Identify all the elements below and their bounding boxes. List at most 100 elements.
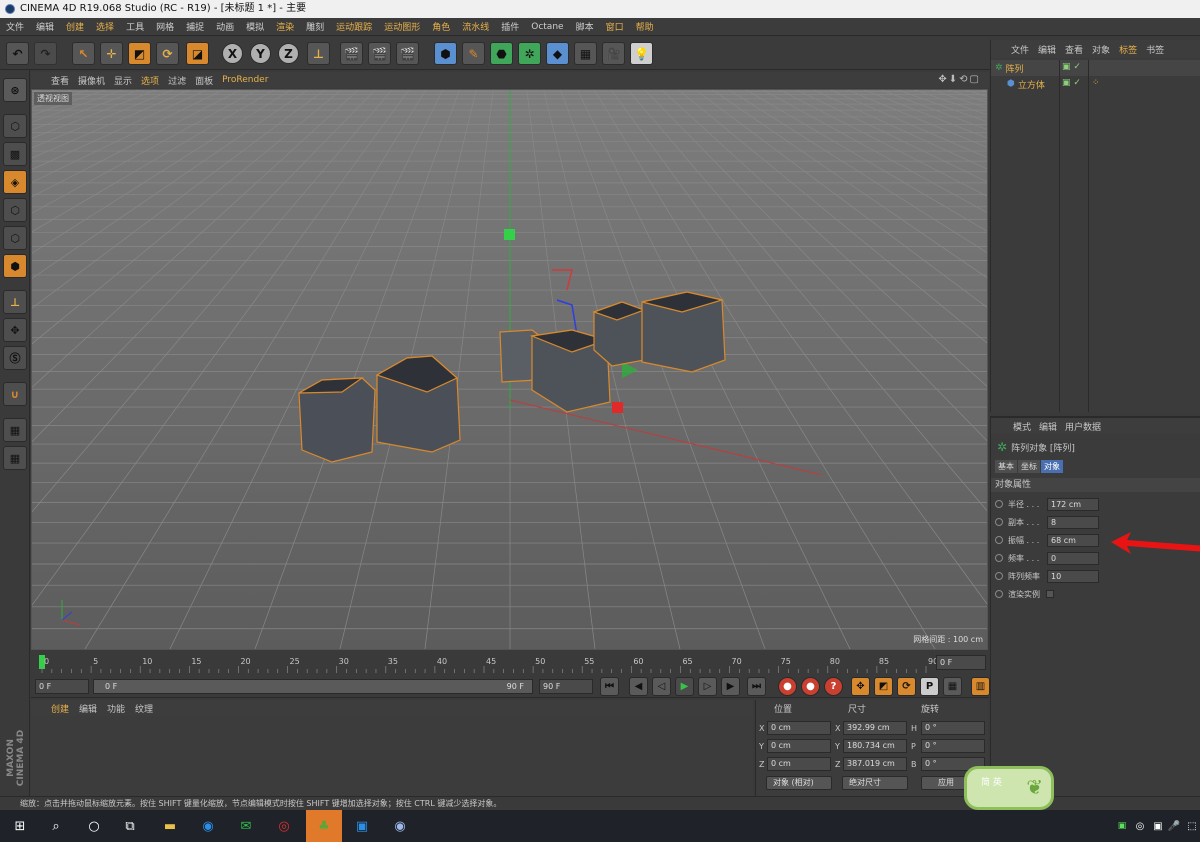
radius-field[interactable]: 172 cm <box>1047 497 1099 511</box>
tab-coordinates[interactable]: 坐标 <box>1018 460 1040 473</box>
menu-item-9[interactable]: 渲染 <box>270 20 300 33</box>
ime-badge[interactable]: 简 英 ❦ <box>964 766 1054 810</box>
frame-range-slider[interactable]: 0 F 90 F <box>93 679 533 694</box>
axis-mode-button[interactable]: ⊥ <box>3 290 27 314</box>
app-blue-icon[interactable]: ▣ <box>350 814 374 838</box>
menu-item-15[interactable]: 插件 <box>495 20 525 33</box>
netease-music-icon[interactable]: ◎ <box>272 814 296 838</box>
menu-item-16[interactable]: Octane <box>525 22 569 32</box>
menu-item-12[interactable]: 运动图形 <box>378 20 426 33</box>
live-selection-button[interactable]: ↖ <box>72 42 95 65</box>
frequency-field[interactable]: 0 <box>1047 551 1099 565</box>
tray-icon-5[interactable]: ⬚ <box>1180 814 1200 838</box>
cube-visibility-toggle[interactable]: ▣ ✓ <box>1062 78 1081 88</box>
render-picture-viewer-button[interactable]: 🎬 <box>368 42 391 65</box>
recent-tool-button[interactable]: ◪ <box>186 42 209 65</box>
viewport-nav-icons[interactable]: ✥⬇⟲▢ <box>938 74 981 85</box>
position-y-field[interactable]: 0 cm <box>767 739 831 753</box>
key-position-button[interactable]: ✥ <box>851 677 870 696</box>
material-menu-texture[interactable]: 纹理 <box>135 702 153 715</box>
om-menu-file[interactable]: 文件 <box>1011 43 1029 56</box>
am-menu-userdata[interactable]: 用户数据 <box>1065 420 1101 433</box>
viewport-menu-panel[interactable]: 面板 <box>195 74 213 87</box>
viewport-menu-display[interactable]: 显示 <box>114 74 132 87</box>
current-frame-field[interactable]: 0 F <box>35 679 89 694</box>
array-generator-button[interactable]: ✲ <box>518 42 541 65</box>
menu-item-1[interactable]: 编辑 <box>30 20 60 33</box>
magnet-tool-button[interactable]: ∪ <box>3 382 27 406</box>
workplane-mode-button[interactable]: ◈ <box>3 170 27 194</box>
x-axis-lock-button[interactable]: X <box>222 43 243 64</box>
copies-field[interactable]: 8 <box>1047 515 1099 529</box>
z-axis-lock-button[interactable]: Z <box>278 43 299 64</box>
step-forward-button[interactable]: ▷ <box>698 677 717 696</box>
points-mode-button[interactable]: ⬡ <box>3 198 27 222</box>
render-instances-anim-dot[interactable] <box>995 590 1003 598</box>
menu-item-13[interactable]: 角色 <box>426 20 456 33</box>
key-rotation-button[interactable]: ⟳ <box>897 677 916 696</box>
menu-item-8[interactable]: 模拟 <box>240 20 270 33</box>
om-menu-view[interactable]: 查看 <box>1065 43 1083 56</box>
rotation-p-field[interactable]: 0 ° <box>921 739 985 753</box>
key-scale-button[interactable]: ◩ <box>874 677 893 696</box>
windows-start-icon[interactable]: ⊞ <box>8 814 32 838</box>
edges-mode-button[interactable]: ⬡ <box>3 226 27 250</box>
object-row-array[interactable]: ✲ 阵列 <box>995 61 1024 75</box>
array-visibility-toggle[interactable]: ▣ ✓ <box>1062 62 1081 72</box>
deformer-button[interactable]: ◆ <box>546 42 569 65</box>
coordinate-mode-dropdown[interactable]: 对象 (相对) <box>766 776 832 790</box>
cortana-icon[interactable]: ○ <box>82 814 106 838</box>
lock-workplane-button[interactable]: ▦ <box>3 418 27 442</box>
menu-item-6[interactable]: 捕捉 <box>180 20 210 33</box>
viewport-menu-filter[interactable]: 过滤 <box>168 74 186 87</box>
position-x-field[interactable]: 0 cm <box>767 721 831 735</box>
frequency-anim-dot[interactable] <box>995 554 1003 562</box>
am-menu-mode[interactable]: 模式 <box>1013 420 1031 433</box>
object-row-cube[interactable]: ⬢ 立方体 <box>1007 77 1045 91</box>
array-frequency-anim-dot[interactable] <box>995 572 1003 580</box>
viewport-menu-prorender[interactable]: ProRender <box>222 75 268 85</box>
array-frequency-field[interactable]: 10 <box>1047 569 1099 583</box>
cube-object-button[interactable]: ⬢ <box>434 42 457 65</box>
rotation-h-field[interactable]: 0 ° <box>921 721 985 735</box>
om-menu-objects[interactable]: 对象 <box>1092 43 1110 56</box>
snap-button[interactable]: Ⓢ <box>3 346 27 370</box>
tab-basic[interactable]: 基本 <box>995 460 1017 473</box>
record-active-button[interactable]: ● <box>778 677 797 696</box>
am-menu-edit[interactable]: 编辑 <box>1039 420 1057 433</box>
position-z-field[interactable]: 0 cm <box>767 757 831 771</box>
menu-item-4[interactable]: 工具 <box>120 20 150 33</box>
om-menu-edit[interactable]: 编辑 <box>1038 43 1056 56</box>
render-instances-checkbox[interactable] <box>1046 590 1054 598</box>
subdivision-surface-button[interactable]: ⬣ <box>490 42 513 65</box>
move-tool-button[interactable]: ✛ <box>100 42 123 65</box>
size-z-field[interactable]: 387.019 cm <box>843 757 907 771</box>
autokey-button[interactable]: ● <box>801 677 820 696</box>
y-axis-lock-button[interactable]: Y <box>250 43 271 64</box>
tab-object[interactable]: 对象 <box>1041 460 1063 473</box>
cube-tag-icon[interactable]: ⁘ <box>1092 78 1100 88</box>
make-editable-button[interactable]: ⊛ <box>3 78 27 102</box>
redo-button[interactable]: ↷ <box>34 42 57 65</box>
menu-item-14[interactable]: 流水线 <box>456 20 495 33</box>
step-back-button[interactable]: ◁ <box>652 677 671 696</box>
menu-item-0[interactable]: 文件 <box>0 20 30 33</box>
app-tree-icon[interactable]: ♣ <box>306 810 342 842</box>
wechat-icon[interactable]: ✉ <box>234 814 258 838</box>
task-view-icon[interactable]: ⧉ <box>118 814 142 838</box>
polygons-mode-button[interactable]: ⬢ <box>3 254 27 278</box>
size-x-field[interactable]: 392.99 cm <box>843 721 907 735</box>
search-icon[interactable]: ⌕ <box>44 814 68 838</box>
material-menu-function[interactable]: 功能 <box>107 702 125 715</box>
planar-workplane-button[interactable]: ▦ <box>3 446 27 470</box>
floor-object-button[interactable]: ▦ <box>574 42 597 65</box>
viewport-menu-view[interactable]: 查看 <box>51 74 69 87</box>
menu-item-5[interactable]: 网格 <box>150 20 180 33</box>
texture-mode-button[interactable]: ▩ <box>3 142 27 166</box>
tweak-mode-button[interactable]: ✥ <box>3 318 27 342</box>
menu-item-18[interactable]: 窗口 <box>600 20 630 33</box>
goto-start-button[interactable]: ⏮ <box>600 677 619 696</box>
radius-anim-dot[interactable] <box>995 500 1003 508</box>
goto-end-button[interactable]: ⏭ <box>747 677 766 696</box>
rotate-tool-button[interactable]: ⟳ <box>156 42 179 65</box>
